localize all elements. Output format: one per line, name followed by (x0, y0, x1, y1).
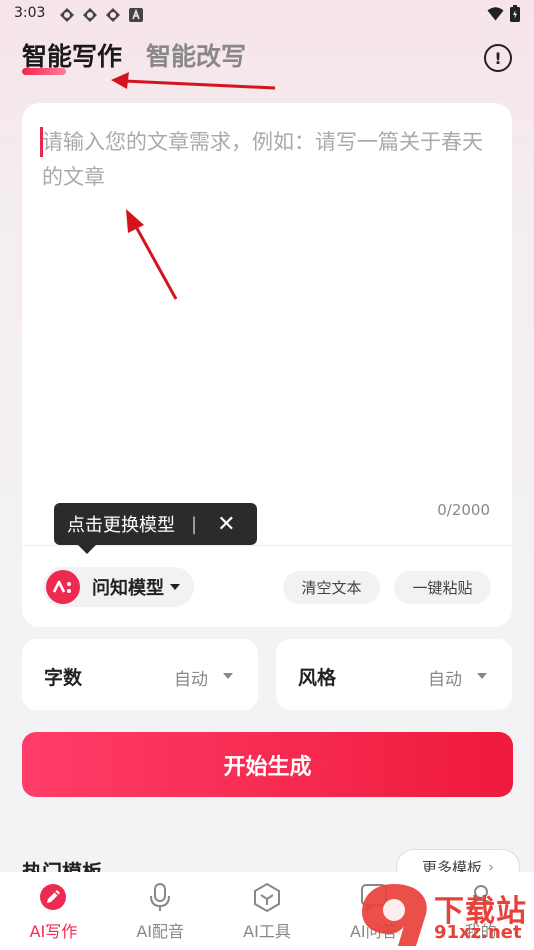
tab-smart-writing[interactable]: 智能写作 (22, 38, 122, 76)
style-value: 自动 (428, 670, 462, 690)
word-count-select[interactable]: 字数 自动 (22, 639, 258, 710)
nav-ai-voice[interactable]: AI配音 (107, 872, 214, 950)
pen-icon (38, 882, 68, 912)
nav-ai-tools[interactable]: AI工具 (214, 872, 321, 950)
nav-ai-qa[interactable]: AI问答 (320, 872, 427, 950)
info-icon[interactable]: ! (484, 44, 512, 72)
tooltip-text: 点击更换模型 (67, 515, 175, 536)
nav-ai-writing[interactable]: AI写作 (0, 872, 107, 950)
bottom-nav: AI写作 AI配音 AI工具 AI问答 我的 (0, 872, 534, 950)
request-textarea[interactable]: 请输入您的文章需求，例如：请写一篇关于春天的文章 (42, 125, 492, 505)
paste-button[interactable]: 一键粘贴 (394, 571, 491, 604)
caret-down-icon (223, 673, 233, 679)
caret-down-icon (477, 673, 487, 679)
style-label: 风格 (298, 667, 337, 689)
notification-app-icon (58, 6, 75, 23)
tab-label: 智能写作 (22, 42, 123, 71)
model-tooltip: 点击更换模型 | ✕ (54, 503, 257, 545)
cube-icon (252, 882, 282, 912)
nav-label: AI写作 (29, 922, 78, 941)
chat-icon (359, 882, 389, 912)
notification-app-icon (104, 6, 121, 23)
tooltip-pointer (78, 545, 96, 554)
notification-app-icon (81, 6, 98, 23)
close-icon[interactable]: ✕ (217, 512, 235, 537)
model-label: 问知模型 (92, 578, 164, 599)
model-logo-icon (46, 570, 80, 604)
tab-label: 智能改写 (146, 42, 247, 71)
nav-label: AI问答 (349, 922, 398, 941)
char-counter: 0/2000 (437, 501, 490, 519)
notification-icons (58, 6, 144, 23)
nav-label: 我的 (464, 922, 497, 941)
style-select[interactable]: 风格 自动 (276, 639, 512, 710)
nav-label: AI工具 (243, 922, 291, 941)
word-count-value: 自动 (174, 670, 208, 690)
notification-a-icon (127, 6, 144, 23)
model-selector-button[interactable]: 问知模型 (43, 567, 194, 607)
header-tabs: 智能写作 智能改写 (22, 38, 246, 82)
start-generate-button[interactable]: 开始生成 (22, 732, 513, 797)
tab-smart-rewrite[interactable]: 智能改写 (146, 38, 246, 76)
nav-profile[interactable]: 我的 (427, 872, 534, 950)
clear-text-button[interactable]: 清空文本 (283, 571, 380, 604)
tooltip-separator: | (191, 513, 198, 535)
microphone-icon (145, 882, 175, 912)
caret-down-icon (170, 584, 180, 590)
nav-label: AI配音 (136, 922, 185, 941)
status-bar: 3:03 (0, 0, 534, 28)
word-count-label: 字数 (44, 667, 83, 689)
battery-icon (510, 5, 520, 26)
wifi-icon (487, 6, 504, 25)
system-icons (487, 5, 520, 26)
status-time: 3:03 (14, 5, 46, 21)
user-icon (466, 882, 496, 912)
